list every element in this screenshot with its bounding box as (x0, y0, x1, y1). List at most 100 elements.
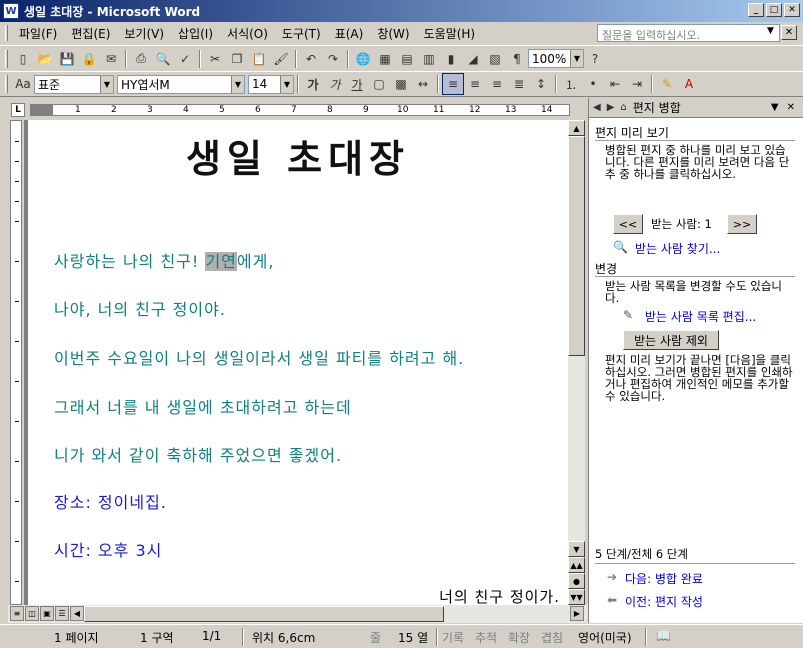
toolbar-grip[interactable] (5, 75, 8, 93)
align-left-icon[interactable]: ≡ (442, 73, 464, 95)
previous-recipient-button[interactable]: << (613, 214, 643, 234)
line-spacing-icon[interactable]: ↕ (530, 73, 552, 95)
char-scale-icon[interactable]: ↔ (412, 73, 434, 95)
menu-help[interactable]: 도움말(H) (417, 25, 483, 42)
close-button[interactable]: ✕ (784, 3, 800, 17)
font-size-select[interactable]: 14 ▼ (248, 74, 294, 94)
browse-object-icon[interactable]: ● (568, 573, 585, 589)
outline-view-icon[interactable]: ☰ (55, 606, 69, 621)
drawing-icon[interactable]: ◢ (462, 48, 484, 70)
task-pane-close-icon[interactable]: ✕ (787, 102, 795, 113)
find-recipient-link[interactable]: 받는 사람 찾기... (635, 240, 720, 257)
hyperlink-icon[interactable]: 🌐 (352, 48, 374, 70)
print-preview-icon[interactable]: 🔍 (152, 48, 174, 70)
help-dropdown-icon[interactable]: ▼ (767, 26, 774, 36)
font-color-icon[interactable]: A (678, 73, 700, 95)
vertical-ruler[interactable] (10, 120, 22, 605)
print-icon[interactable]: ⎙ (130, 48, 152, 70)
paste-icon[interactable]: 📋 (248, 48, 270, 70)
open-folder-icon[interactable]: 📂 (34, 48, 56, 70)
char-shading-icon[interactable]: ▩ (390, 73, 412, 95)
char-border-icon[interactable]: ▢ (368, 73, 390, 95)
redo-icon[interactable]: ↷ (322, 48, 344, 70)
menu-tools[interactable]: 도구(T) (275, 25, 328, 42)
previous-step-link[interactable]: 이전: 편지 작성 (625, 593, 703, 610)
numbering-icon[interactable]: ⒈ (560, 73, 582, 95)
bold-button[interactable]: 가 (302, 73, 324, 95)
italic-button[interactable]: 가 (324, 73, 346, 95)
edit-recipient-list-link[interactable]: 받는 사람 목록 편집... (645, 308, 756, 325)
menu-table[interactable]: 표(A) (328, 25, 371, 42)
decrease-indent-icon[interactable]: ⇤ (604, 73, 626, 95)
columns-icon[interactable]: ▮ (440, 48, 462, 70)
task-pane-dropdown-icon[interactable]: ▼ (771, 102, 779, 113)
spelling-status-icon[interactable]: 📖 (656, 629, 671, 643)
maximize-button[interactable]: □ (766, 3, 782, 17)
permission-icon[interactable]: 🔒 (78, 48, 100, 70)
menu-view[interactable]: 보기(V) (117, 25, 171, 42)
style-select[interactable]: 표준 ▼ (34, 74, 114, 94)
menu-window[interactable]: 창(W) (370, 25, 416, 42)
horizontal-scrollbar[interactable]: ≡ ◫ ▣ ☰ ◀ ▶ (8, 605, 588, 623)
copy-icon[interactable]: ❐ (226, 48, 248, 70)
format-painter-icon[interactable]: 🖌 (270, 48, 292, 70)
print-layout-icon[interactable]: ▣ (40, 606, 54, 621)
home-icon[interactable]: ⌂ (620, 102, 626, 113)
document-map-icon[interactable]: ▧ (484, 48, 506, 70)
scroll-up-icon[interactable]: ▲ (568, 120, 585, 136)
document-close-button[interactable]: ✕ (781, 25, 797, 40)
forward-icon[interactable]: ▶ (607, 102, 615, 113)
spelling-icon[interactable]: ✓ (174, 48, 196, 70)
vertical-scrollbar[interactable]: ▲ ▼ ▲▲ ● ▼▼ (568, 120, 585, 605)
menu-file[interactable]: 파일(F) (12, 25, 64, 42)
tab-selector[interactable]: L (11, 103, 25, 117)
help-question-input[interactable]: 질문을 입력하십시오. (597, 24, 780, 42)
increase-indent-icon[interactable]: ⇥ (626, 73, 648, 95)
minimize-button[interactable]: _ (748, 3, 764, 17)
email-icon[interactable]: ✉ (100, 48, 122, 70)
underline-button[interactable]: 가 (346, 73, 368, 95)
previous-page-icon[interactable]: ▲▲ (568, 557, 585, 573)
scroll-left-icon[interactable]: ◀ (70, 606, 84, 621)
next-page-icon[interactable]: ▼▼ (568, 589, 585, 605)
highlight-icon[interactable]: ✎ (656, 73, 678, 95)
menu-format[interactable]: 서식(O) (220, 25, 275, 42)
back-icon[interactable]: ◀ (593, 102, 601, 113)
save-icon[interactable]: 💾 (56, 48, 78, 70)
normal-view-icon[interactable]: ≡ (10, 606, 24, 621)
align-right-icon[interactable]: ≡ (486, 73, 508, 95)
toolbar-grip[interactable] (5, 49, 8, 68)
font-dropdown-icon[interactable]: ▼ (231, 75, 244, 93)
align-center-icon[interactable]: ≡ (464, 73, 486, 95)
size-dropdown-icon[interactable]: ▼ (280, 75, 293, 93)
next-recipient-button[interactable]: >> (727, 214, 757, 234)
zoom-select[interactable]: 100% ▼ (528, 49, 584, 68)
insert-table-icon[interactable]: ▤ (396, 48, 418, 70)
font-select[interactable]: HY엽서M ▼ (117, 74, 245, 94)
undo-icon[interactable]: ↶ (300, 48, 322, 70)
styles-formatting-icon[interactable]: Aa (12, 73, 34, 95)
tables-borders-icon[interactable]: ▦ (374, 48, 396, 70)
help-icon[interactable]: ? (584, 48, 606, 70)
show-hide-icon[interactable]: ¶ (506, 48, 528, 70)
cut-icon[interactable]: ✂ (204, 48, 226, 70)
style-dropdown-icon[interactable]: ▼ (100, 75, 113, 93)
status-overtype[interactable]: 겹침 (541, 629, 563, 646)
zoom-dropdown-icon[interactable]: ▼ (570, 50, 583, 67)
scroll-down-icon[interactable]: ▼ (568, 541, 585, 557)
web-view-icon[interactable]: ◫ (25, 606, 39, 621)
new-document-icon[interactable]: ▯ (12, 48, 34, 70)
next-step-link[interactable]: 다음: 병합 완료 (625, 570, 703, 587)
justify-icon[interactable]: ≣ (508, 73, 530, 95)
status-extend[interactable]: 확장 (508, 629, 530, 646)
bullets-icon[interactable]: • (582, 73, 604, 95)
word-app-icon[interactable]: W (3, 3, 19, 19)
status-track[interactable]: 추적 (475, 629, 497, 646)
menu-edit[interactable]: 편집(E) (64, 25, 117, 42)
status-record[interactable]: 기록 (442, 629, 464, 646)
menu-grip[interactable] (5, 25, 8, 41)
ruler-bar[interactable]: 1 2 3 4 5 6 7 8 9 10 11 12 13 14 (30, 104, 570, 116)
vertical-scroll-thumb[interactable] (568, 136, 585, 356)
document-page[interactable]: 생일 초대장 사랑하는 나의 친구! 기연에게, 나야, 너의 친구 정이야. … (28, 120, 568, 605)
menu-insert[interactable]: 삽입(I) (171, 25, 220, 42)
